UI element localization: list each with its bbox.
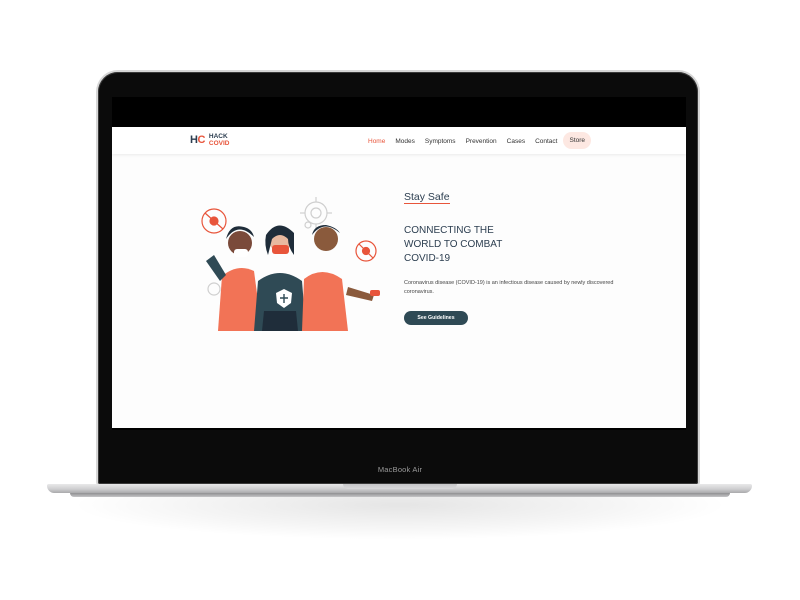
hero-eyebrow: Stay Safe [404, 191, 450, 204]
logo-mark: HC [190, 134, 205, 146]
headline-line-2: WORLD TO COMBAT [404, 239, 503, 250]
person-left [206, 226, 262, 331]
nav-item-prevention[interactable]: Prevention [466, 135, 497, 148]
laptop-base-bottom [70, 493, 730, 497]
device-model-label: MacBook Air [377, 465, 423, 474]
nav-item-home[interactable]: Home [368, 135, 385, 148]
people-with-masks-illustration [201, 197, 380, 331]
website: HC HACK COVID Home Modes Symptoms Preven… [112, 127, 686, 428]
nav-item-contact[interactable]: Contact [535, 135, 557, 148]
nav-menu: Home Modes Symptoms Prevention Cases Con… [368, 132, 601, 149]
person-middle [254, 225, 306, 331]
nav-item-modes[interactable]: Modes [395, 135, 415, 148]
logo-line-covid: COVID [208, 140, 230, 147]
hero-description: Coronavirus disease (COVID-19) is an inf… [404, 280, 614, 295]
site-logo[interactable]: HC HACK COVID [190, 132, 230, 148]
nav-item-cases[interactable]: Cases [507, 135, 525, 148]
headline-line-3: COVID-19 [404, 253, 451, 264]
nav-item-symptoms[interactable]: Symptoms [425, 135, 456, 148]
navbar: HC HACK COVID Home Modes Symptoms Preven… [112, 127, 686, 154]
laptop-opening-notch [343, 484, 457, 489]
hero-headline: CONNECTING THE WORLD TO COMBAT COVID-19 [404, 224, 584, 266]
laptop-screen: HC HACK COVID Home Modes Symptoms Preven… [112, 97, 686, 430]
logo-line-hack: HACK [208, 133, 228, 140]
nav-store-button[interactable]: Store [563, 132, 592, 149]
headline-line-1: CONNECTING THE [404, 225, 494, 236]
see-guidelines-button[interactable]: See Guidelines [404, 311, 468, 325]
logo-text: HACK COVID [209, 133, 230, 147]
